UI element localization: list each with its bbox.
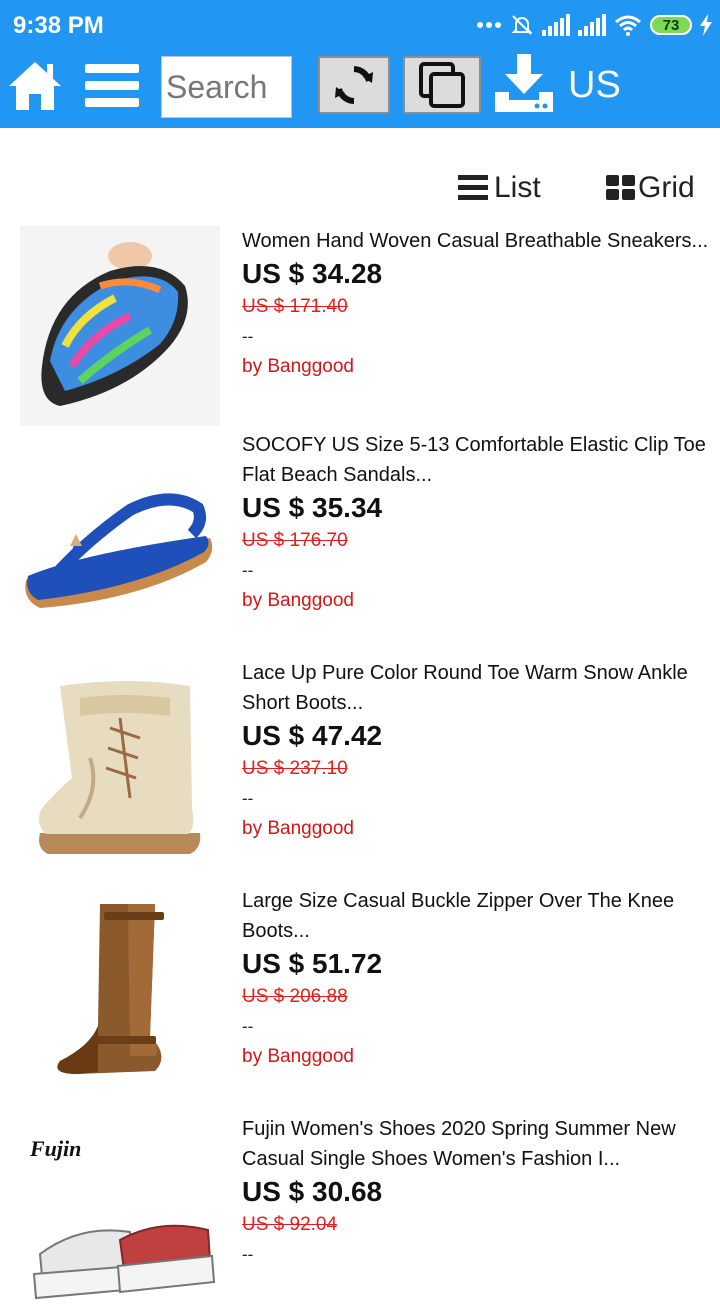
search-input[interactable] xyxy=(161,56,292,118)
product-price: US $ 34.28 xyxy=(242,258,383,289)
charging-bolt-icon xyxy=(700,14,712,36)
app-header: 9:38 PM 73 Search US xyxy=(0,0,720,128)
product-old-price: US $ 237.10 xyxy=(242,758,348,779)
region-label[interactable]: US xyxy=(568,64,621,107)
more-dots-icon xyxy=(477,22,501,28)
product-info: Large Size Casual Buckle Zipper Over The… xyxy=(242,886,712,1072)
list-view-label: List xyxy=(494,171,541,204)
knee-boot-image[interactable] xyxy=(20,886,220,1086)
beige-boot-image[interactable] xyxy=(20,658,220,858)
woven-sneaker-image[interactable] xyxy=(20,226,220,426)
product-title[interactable]: Large Size Casual Buckle Zipper Over The… xyxy=(242,886,712,946)
product-price: US $ 51.72 xyxy=(242,948,383,979)
signal-2-icon xyxy=(578,14,606,36)
refresh-button[interactable] xyxy=(318,56,390,114)
product-title[interactable]: Lace Up Pure Color Round Toe Warm Snow A… xyxy=(242,658,712,718)
status-time: 9:38 PM xyxy=(13,12,104,39)
product-extra: -- xyxy=(242,1017,254,1036)
product-extra: -- xyxy=(242,327,254,346)
product-seller: by Banggood xyxy=(242,356,354,377)
list-icon xyxy=(458,175,488,200)
wifi-icon xyxy=(615,15,641,36)
platform-shoe-image[interactable]: Fujin xyxy=(20,1114,220,1314)
product-extra: -- xyxy=(242,1245,254,1264)
toolbar: US xyxy=(0,50,720,128)
list-view-button[interactable]: List xyxy=(458,168,541,208)
grid-view-button[interactable]: Grid xyxy=(606,168,695,208)
product-price: US $ 35.34 xyxy=(242,492,383,523)
product-price: US $ 30.68 xyxy=(242,1176,383,1207)
menu-icon[interactable] xyxy=(85,62,139,110)
product-seller: by Banggood xyxy=(242,818,354,839)
signal-1-icon xyxy=(542,14,570,36)
status-bar: 9:38 PM 73 xyxy=(0,0,720,50)
blue-sandal-image[interactable] xyxy=(20,450,220,650)
product-title[interactable]: Women Hand Woven Casual Breathable Sneak… xyxy=(242,226,712,256)
product-info: SOCOFY US Size 5-13 Comfortable Elastic … xyxy=(242,430,712,616)
home-icon[interactable] xyxy=(7,58,63,112)
battery-level: 73 xyxy=(662,16,680,34)
product-price: US $ 47.42 xyxy=(242,720,383,751)
product-info: Lace Up Pure Color Round Toe Warm Snow A… xyxy=(242,658,712,844)
product-old-price: US $ 176.70 xyxy=(242,530,348,551)
refresh-icon xyxy=(335,66,373,104)
product-old-price: US $ 92.04 xyxy=(242,1214,338,1235)
product-seller: by Banggood xyxy=(242,590,354,611)
product-seller: by Banggood xyxy=(242,1046,354,1067)
view-toggle-bar: List Grid xyxy=(0,160,720,212)
product-info: Women Hand Woven Casual Breathable Sneak… xyxy=(242,226,712,382)
product-title[interactable]: Fujin Women's Shoes 2020 Spring Summer N… xyxy=(242,1114,712,1174)
battery-icon: 73 xyxy=(650,15,692,35)
alarm-off-icon xyxy=(511,15,533,35)
product-extra: -- xyxy=(242,789,254,808)
grid-view-label: Grid xyxy=(638,171,695,204)
copy-button[interactable] xyxy=(403,56,481,114)
product-info: Fujin Women's Shoes 2020 Spring Summer N… xyxy=(242,1114,712,1270)
grid-icon xyxy=(606,175,635,200)
brand-logo: Fujin xyxy=(29,1136,81,1161)
product-extra: -- xyxy=(242,561,254,580)
status-icons: 73 xyxy=(476,10,712,40)
download-icon[interactable] xyxy=(493,54,555,114)
product-old-price: US $ 206.88 xyxy=(242,986,348,1007)
copy-icon xyxy=(419,62,465,108)
product-title[interactable]: SOCOFY US Size 5-13 Comfortable Elastic … xyxy=(242,430,712,490)
product-old-price: US $ 171.40 xyxy=(242,296,348,317)
